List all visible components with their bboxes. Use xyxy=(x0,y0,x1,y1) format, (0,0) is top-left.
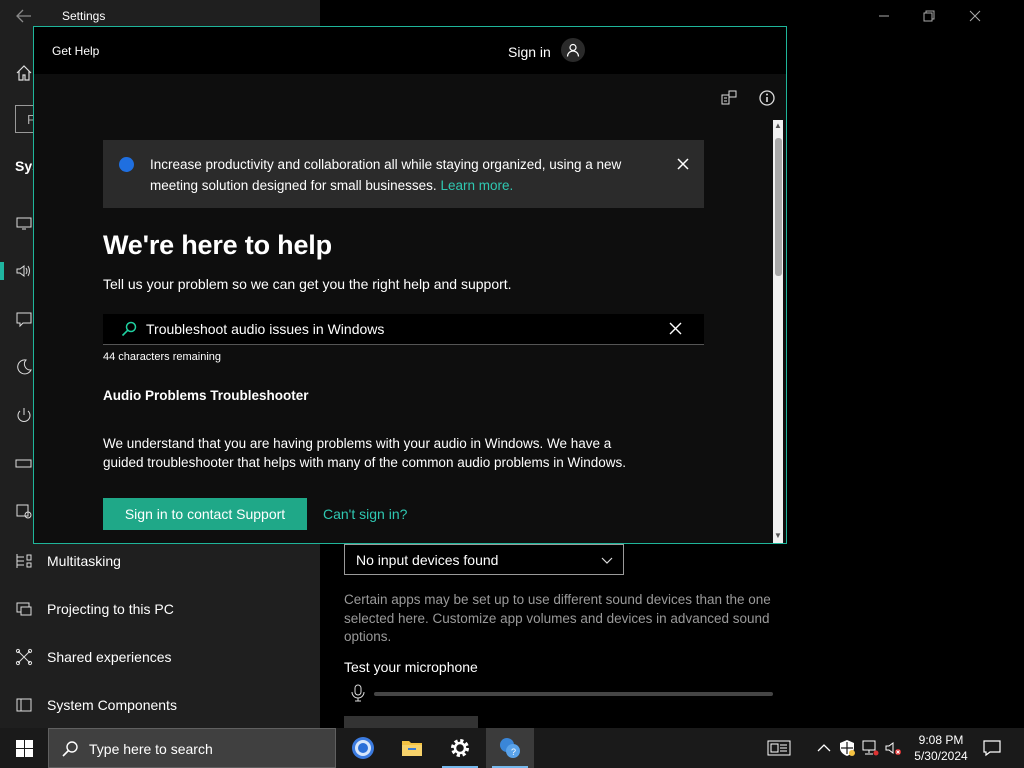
settings-title: Settings xyxy=(62,9,106,23)
page-title: We're here to help xyxy=(103,230,332,260)
get-help-footer: Sign in to contact Support Can't sign in… xyxy=(34,491,770,543)
close-icon[interactable] xyxy=(677,158,689,170)
result-body: We understand that you are having proble… xyxy=(103,436,627,470)
test-microphone-label: Test your microphone xyxy=(344,659,478,675)
get-help-title: Get Help xyxy=(52,44,100,58)
clock-time: 9:08 PM xyxy=(918,733,964,747)
projecting-icon xyxy=(15,600,33,618)
notifications-icon[interactable] xyxy=(15,310,33,328)
home-icon[interactable] xyxy=(15,64,33,82)
info-icon[interactable] xyxy=(758,89,776,107)
start-button[interactable] xyxy=(0,728,48,768)
close-icon[interactable] xyxy=(967,8,983,24)
nav-item-projecting[interactable]: Projecting to this PC xyxy=(0,589,320,629)
shared-experiences-icon xyxy=(15,648,33,666)
nav-item-label: Multitasking xyxy=(47,553,121,569)
sound-devices-description: Certain apps may be set up to use differ… xyxy=(344,592,771,644)
get-help-window: Get Help Sign in Increase productivity a… xyxy=(33,26,787,544)
banner-message: Increase productivity and collaboration … xyxy=(150,157,622,193)
result-title: Audio Problems Troubleshooter xyxy=(103,388,309,403)
minimize-icon[interactable] xyxy=(876,8,892,24)
multitasking-icon xyxy=(15,552,33,570)
input-device-dropdown[interactable]: No input devices found xyxy=(344,544,624,575)
search-icon xyxy=(121,321,137,337)
svg-text:?: ? xyxy=(511,747,516,757)
nav-item-label: Shared experiences xyxy=(47,649,172,665)
sound-icon[interactable] xyxy=(15,262,33,280)
learn-more-link[interactable]: Learn more. xyxy=(440,178,513,193)
problem-search-input[interactable]: Troubleshoot audio issues in Windows xyxy=(103,314,704,345)
network-icon[interactable] xyxy=(861,739,879,757)
promo-banner: Increase productivity and collaboration … xyxy=(103,140,704,208)
sign-in-contact-support-button[interactable]: Sign in to contact Support xyxy=(103,498,307,530)
action-center-icon[interactable] xyxy=(982,739,1002,757)
nav-item-shared-experiences[interactable]: Shared experiences xyxy=(0,637,320,677)
back-arrow-icon[interactable] xyxy=(14,8,34,24)
taskbar: Type here to search ? 9:08 PM 5/30/2024 xyxy=(0,728,1024,768)
search-placeholder: Type here to search xyxy=(89,741,213,757)
cant-sign-in-link[interactable]: Can't sign in? xyxy=(323,506,407,522)
window-controls xyxy=(874,0,1024,32)
scroll-down-icon[interactable]: ▼ xyxy=(773,531,783,543)
chrome-icon[interactable] xyxy=(339,728,387,768)
nav-item-label: Projecting to this PC xyxy=(47,601,174,617)
focus-assist-icon[interactable] xyxy=(15,358,33,376)
clock-date: 5/30/2024 xyxy=(914,749,968,763)
system-tray: 9:08 PM 5/30/2024 xyxy=(760,728,1024,768)
display-icon[interactable] xyxy=(15,214,33,232)
chevron-down-icon xyxy=(601,554,613,566)
info-dot-icon xyxy=(119,157,134,172)
clock[interactable]: 9:08 PM 5/30/2024 xyxy=(908,732,974,764)
scrollbar[interactable]: ▲ ▼ xyxy=(771,120,785,543)
avatar[interactable] xyxy=(561,38,585,62)
banner-text: Increase productivity and collaboration … xyxy=(150,155,670,196)
search-value: Troubleshoot audio issues in Windows xyxy=(146,321,385,337)
characters-remaining: 44 characters remaining xyxy=(103,351,222,363)
nav-item-multitasking[interactable]: Multitasking xyxy=(0,541,320,581)
search-icon xyxy=(61,740,79,758)
taskbar-search-box[interactable]: Type here to search xyxy=(48,728,336,768)
nav-item-system-components[interactable]: System Components xyxy=(0,685,320,725)
feedback-icon[interactable] xyxy=(720,89,738,107)
scrollbar-thumb[interactable] xyxy=(775,138,782,276)
page-subtitle: Tell us your problem so we can get you t… xyxy=(103,276,512,292)
settings-gear-icon[interactable] xyxy=(436,728,484,768)
storage-icon[interactable] xyxy=(15,502,33,520)
system-components-icon xyxy=(15,696,33,714)
file-explorer-icon[interactable] xyxy=(388,728,436,768)
nav-item-label: System Components xyxy=(47,697,177,713)
power-icon[interactable] xyxy=(15,406,33,424)
clear-search-icon[interactable] xyxy=(669,322,682,335)
scroll-up-icon[interactable]: ▲ xyxy=(773,121,783,133)
microphone-icon xyxy=(350,684,366,702)
restore-icon[interactable] xyxy=(921,8,937,24)
chevron-up-icon[interactable] xyxy=(815,739,833,757)
sign-in-link[interactable]: Sign in xyxy=(508,44,551,60)
input-device-value: No input devices found xyxy=(356,552,499,568)
security-shield-icon[interactable] xyxy=(838,739,856,757)
get-help-titlebar: Get Help Sign in xyxy=(34,27,786,74)
volume-muted-icon[interactable] xyxy=(884,739,902,757)
get-help-icon[interactable]: ? xyxy=(486,728,534,768)
active-nav-indicator xyxy=(0,262,4,280)
microphone-level-bar xyxy=(374,692,773,696)
news-widget-icon[interactable] xyxy=(767,739,791,757)
battery-icon[interactable] xyxy=(15,454,33,472)
